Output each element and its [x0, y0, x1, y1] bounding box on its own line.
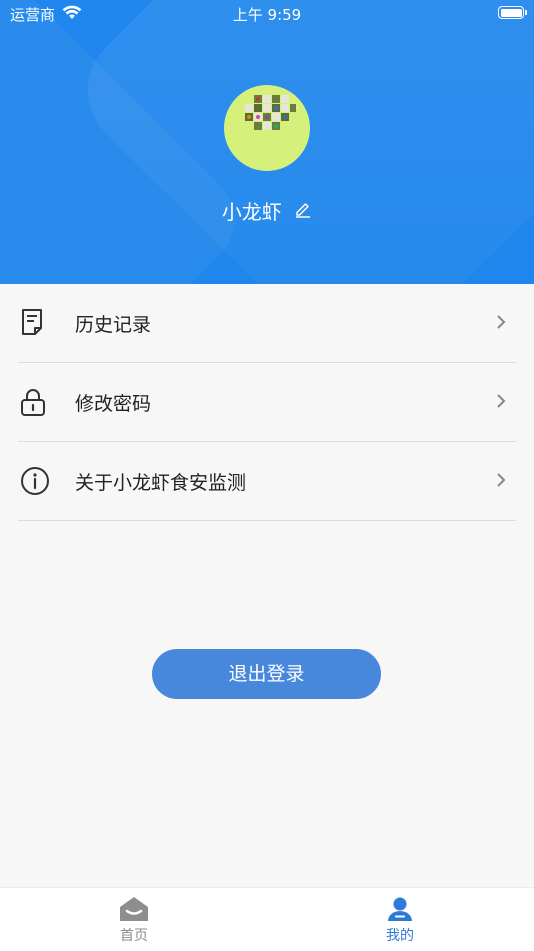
tab-home[interactable]: 首页: [74, 896, 194, 945]
menu-item-label: 历史记录: [75, 314, 152, 336]
edit-icon[interactable]: [294, 199, 312, 223]
tab-bar: 首页 我的: [0, 887, 534, 951]
settings-menu: 历史记录 修改密码 关于小龙虾食安监测: [18, 284, 516, 521]
chevron-right-icon: [496, 472, 506, 492]
menu-item-about[interactable]: 关于小龙虾食安监测: [18, 442, 516, 521]
lock-icon: [20, 387, 48, 417]
document-icon: [20, 308, 48, 338]
clock: 上午 9:59: [232, 6, 302, 24]
menu-item-change-password[interactable]: 修改密码: [18, 363, 516, 442]
menu-item-label: 关于小龙虾食安监测: [75, 472, 247, 494]
profile-header: 运营商 上午 9:59 小龙虾: [0, 0, 534, 284]
menu-item-label: 修改密码: [75, 393, 152, 415]
info-icon: [20, 466, 49, 496]
user-icon: [388, 897, 412, 921]
home-icon: [120, 897, 148, 921]
logout-button[interactable]: 退出登录: [152, 649, 381, 699]
username: 小龙虾: [221, 200, 282, 224]
battery-icon: [498, 6, 527, 19]
tab-me-label: 我的: [386, 928, 414, 944]
username-row: 小龙虾: [0, 196, 534, 225]
status-bar: 运营商 上午 9:59: [0, 0, 534, 28]
menu-item-history[interactable]: 历史记录: [18, 284, 516, 363]
avatar-image: [245, 95, 296, 130]
avatar[interactable]: [224, 85, 310, 171]
chevron-right-icon: [496, 314, 506, 334]
chevron-right-icon: [496, 393, 506, 413]
tab-me[interactable]: 我的: [340, 896, 460, 945]
tab-home-label: 首页: [120, 928, 148, 944]
